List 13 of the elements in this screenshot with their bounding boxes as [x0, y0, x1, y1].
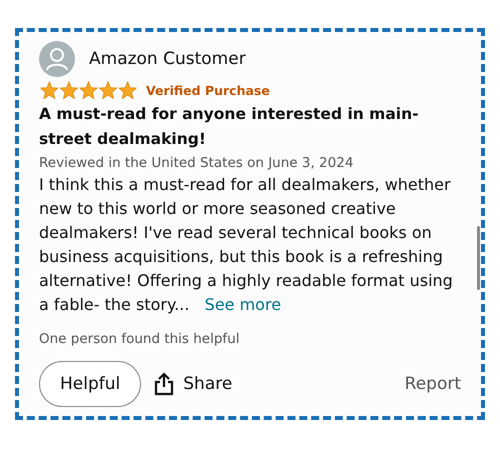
- share-button[interactable]: Share: [153, 372, 232, 396]
- report-button[interactable]: Report: [404, 374, 461, 394]
- review-text: I think this a must-read for all dealmakers, whether new to this world or more seasoned creative dealmakers! I've read several technical books on business acquisitions, but this book is a refreshing alternative! Offering a highly readable format using a fable- the story... See more: [39, 174, 454, 316]
- avatar-icon: [39, 41, 75, 77]
- helpful-count: One person found this helpful: [39, 331, 240, 347]
- scrollbar: [477, 226, 480, 290]
- review-title: A must-read for anyone interested in main-street dealmaking!: [39, 104, 420, 150]
- verified-purchase-label: Verified Purchase: [146, 82, 270, 98]
- review-date: Reviewed in the United States on June 3, 2024: [39, 155, 354, 171]
- reviewer-name: Amazon Customer: [89, 49, 246, 69]
- see-more-link[interactable]: See more: [204, 295, 282, 314]
- helpful-button[interactable]: Helpful: [39, 361, 142, 407]
- share-icon: [153, 372, 176, 396]
